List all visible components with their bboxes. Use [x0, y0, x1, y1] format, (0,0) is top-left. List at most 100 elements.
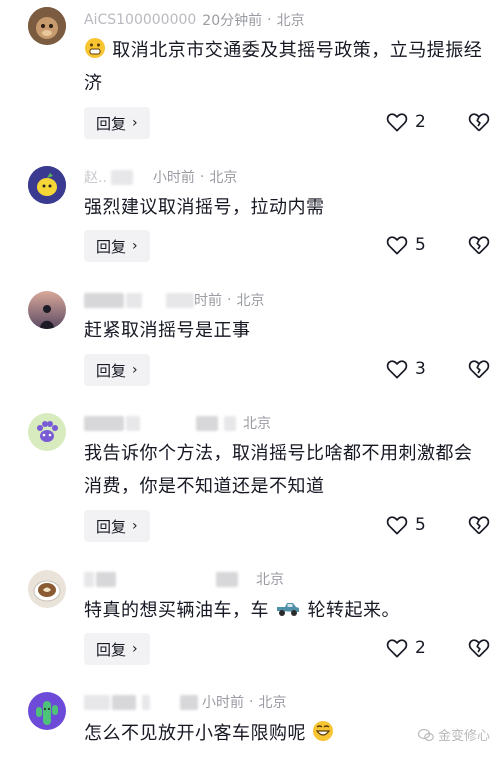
comment-meta: 北京 [84, 412, 271, 434]
broken-heart-icon [468, 113, 490, 132]
blurred-username [84, 292, 124, 308]
username[interactable]: 赵.. [84, 167, 107, 187]
comment-location: 北京 [276, 13, 305, 29]
like-button[interactable]: 2 [386, 112, 426, 132]
coffee-icon [28, 570, 66, 608]
reply-label: 回复 [96, 361, 127, 380]
blurred-username [166, 292, 194, 308]
broken-heart-icon [468, 639, 490, 658]
reply-button[interactable]: 回复 › [84, 510, 150, 542]
comment-body: 强烈建议取消摇号，拉动内需 [84, 197, 325, 218]
reply-button[interactable]: 回复 › [84, 633, 150, 665]
meta-separator: · [249, 694, 254, 710]
avatar[interactable] [28, 692, 66, 730]
reply-label: 回复 [96, 114, 127, 133]
blurred-time [216, 571, 238, 587]
reply-button[interactable]: 回复 › [84, 107, 150, 139]
comment-text: 取消北京市交通委及其摇号政策，立马提振经济 [84, 34, 484, 100]
like-count: 2 [415, 638, 426, 658]
blurred-time [196, 415, 218, 431]
comment-meta: 时前 · 北京 [84, 289, 264, 311]
avatar[interactable] [28, 291, 66, 329]
comment-text: 我告诉你个方法，取消摇号比啥都不用刺激都会消费，你是不知道还是不知道 [84, 437, 484, 503]
blurred-time [180, 694, 198, 710]
comment-location: 北京 [209, 170, 238, 186]
dislike-button[interactable] [468, 112, 490, 136]
avatar[interactable] [28, 166, 66, 204]
reply-label: 回复 [96, 237, 127, 256]
chevron-right-icon: › [132, 238, 138, 254]
like-count: 3 [415, 359, 426, 379]
dislike-button[interactable] [468, 235, 490, 259]
blurred-username [126, 292, 142, 308]
comment-body: 赶紧取消摇号是正事 [84, 320, 251, 341]
like-button[interactable]: 3 [386, 359, 426, 379]
pickup-truck-emoji-icon [277, 603, 300, 616]
broken-heart-icon [468, 516, 490, 535]
reply-button[interactable]: 回复 › [84, 230, 150, 262]
watermark: 金变修心 [417, 725, 490, 744]
silhouette-icon [28, 291, 66, 329]
comment-location: 北京 [243, 416, 271, 432]
meta-separator: · [227, 292, 232, 308]
comment-body: 我告诉你个方法，取消摇号比啥都不用刺激都会消费，你是不知道还是不知道 [84, 443, 473, 497]
comment-meta: AiCS100000000 20分钟前 · 北京 [84, 9, 305, 31]
comment-body-tail: 轮转起来。 [307, 600, 400, 621]
comment-time: 小时前 [202, 695, 244, 711]
comment-location: 北京 [236, 293, 265, 309]
like-button[interactable]: 2 [386, 638, 426, 658]
blurred-username [110, 169, 133, 185]
reply-label: 回复 [96, 640, 127, 659]
blurred-username [84, 415, 124, 431]
paw-icon [28, 413, 66, 451]
broken-heart-icon [468, 360, 490, 379]
comment-text: 特真的想买辆油车，车 轮转起来。 [84, 594, 484, 627]
like-button[interactable]: 5 [386, 515, 426, 535]
blurred-username [126, 415, 140, 431]
like-count: 2 [415, 112, 426, 132]
comment-time: 小时前 [152, 170, 195, 186]
lemon-icon [28, 166, 66, 204]
comment-meta: 赵.. 小时前 · 北京 [84, 166, 237, 188]
chevron-right-icon: › [132, 115, 138, 131]
heart-icon [386, 516, 408, 535]
heart-icon [386, 360, 408, 379]
comment-meta: 北京 [84, 568, 284, 590]
heart-icon [386, 639, 408, 658]
comment-text: 强烈建议取消摇号，拉动内需 [84, 191, 484, 224]
wechat-logo-icon [417, 728, 434, 741]
avatar[interactable] [28, 7, 66, 45]
avatar[interactable] [28, 413, 66, 451]
watermark-text: 金变修心 [437, 729, 490, 744]
meta-separator: · [199, 169, 205, 185]
broken-heart-icon [468, 236, 490, 255]
like-count: 5 [415, 235, 426, 255]
dislike-button[interactable] [468, 515, 490, 539]
comment-time: 时前 [194, 293, 222, 309]
comment-text: 赶紧取消摇号是正事 [84, 314, 484, 347]
chevron-right-icon: › [132, 362, 138, 378]
blurred-username [112, 694, 136, 710]
chevron-right-icon: › [132, 518, 138, 534]
username[interactable]: AiCS100000000 [84, 12, 196, 28]
grimace-emoji-icon [85, 38, 105, 58]
meta-separator: · [267, 12, 272, 28]
monkey-icon [28, 7, 66, 45]
blurred-username [142, 694, 150, 710]
like-button[interactable]: 5 [386, 235, 426, 255]
comment-time: 20分钟前 [202, 13, 263, 29]
comment-body: 怎么不见放开小客车限购呢 [84, 723, 306, 744]
reply-label: 回复 [96, 517, 127, 536]
heart-icon [386, 113, 408, 132]
dislike-button[interactable] [468, 359, 490, 383]
comment-location: 北京 [256, 572, 284, 588]
avatar[interactable] [28, 570, 66, 608]
comment-body: 特真的想买辆油车，车 [84, 600, 269, 621]
dislike-button[interactable] [468, 638, 490, 662]
heart-icon [386, 236, 408, 255]
chevron-right-icon: › [132, 641, 138, 657]
comment-meta: 小时前 · 北京 [84, 691, 286, 713]
blurred-time [224, 415, 236, 431]
comment-body: 取消北京市交通委及其摇号政策，立马提振经济 [84, 40, 483, 94]
reply-button[interactable]: 回复 › [84, 354, 150, 386]
